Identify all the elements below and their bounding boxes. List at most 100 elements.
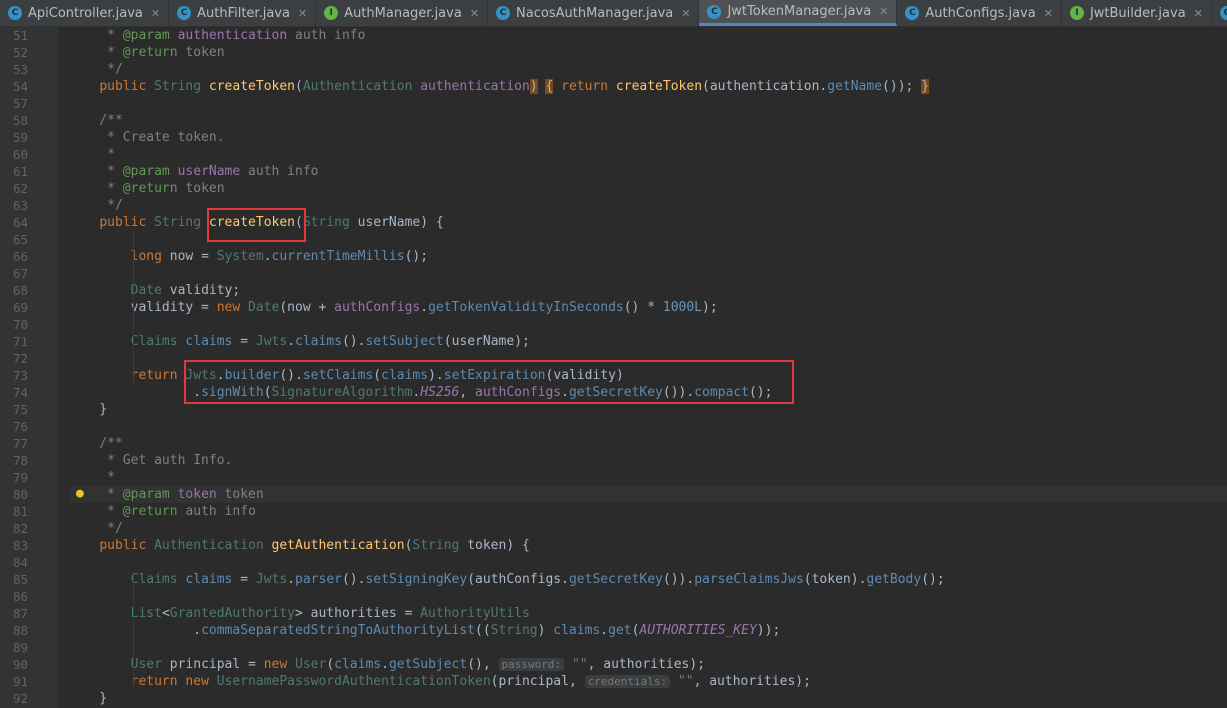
code-line[interactable]: * [70,469,1227,486]
close-icon[interactable]: ✕ [1194,7,1203,20]
line-number[interactable]: 61 [0,163,28,180]
code-line[interactable]: /** [70,112,1227,129]
code-line[interactable]: /** [70,435,1227,452]
tab-jwtbuilder-java[interactable]: I JwtBuilder.java ✕ [1062,0,1212,26]
line-number[interactable]: 54 [0,78,28,95]
line-number[interactable]: 65 [0,231,28,248]
code-line[interactable] [70,316,1227,333]
code-line[interactable] [70,639,1227,656]
line-number[interactable]: 53 [0,61,28,78]
line-number[interactable]: 68 [0,282,28,299]
code-line[interactable]: * @return token [70,180,1227,197]
code-text: * [68,470,115,485]
line-number[interactable]: 59 [0,129,28,146]
close-icon[interactable]: ✕ [1044,7,1053,20]
code-line[interactable] [70,588,1227,605]
tab-authmanager-java[interactable]: I AuthManager.java ✕ [316,0,489,26]
code-line[interactable]: * Get auth Info. [70,452,1227,469]
code-text: /** [68,113,123,128]
line-number[interactable]: 90 [0,656,28,673]
line-number[interactable]: 85 [0,571,28,588]
code-line[interactable] [70,95,1227,112]
line-number[interactable]: 80 [0,486,28,503]
line-number[interactable]: 77 [0,435,28,452]
line-number[interactable]: 79 [0,469,28,486]
tab-apicontroller-java[interactable]: C ApiController.java ✕ [0,0,170,26]
line-number[interactable]: 91 [0,673,28,690]
code-line[interactable]: User principal = new User(claims.getSubj… [70,656,1227,673]
line-number[interactable]: 89 [0,639,28,656]
line-number[interactable]: 70 [0,316,28,333]
code-text: return new UsernamePasswordAuthenticatio… [130,674,811,689]
code-editor[interactable]: 51 52 53 54 57 58 59 60 61 62 63 64 65 66 67 68 69 70 71 72… [0,27,1227,708]
line-number[interactable]: 84 [0,554,28,571]
line-number[interactable]: 64 [0,214,28,231]
line-number[interactable]: 51 [0,27,28,44]
code-line[interactable]: * @return token [70,44,1227,61]
code-text: */ [68,521,123,536]
code-line[interactable]: } [70,690,1227,707]
tab-nacosauthmanager-java[interactable]: C NacosAuthManager.java ✕ [488,0,700,26]
line-number[interactable]: 76 [0,418,28,435]
tab-addressserverauth[interactable]: CAddressServerAuth [1212,0,1227,26]
tab-jwttokenmanager-java[interactable]: C JwtTokenManager.java ✕ [699,0,898,26]
line-number[interactable]: 63 [0,197,28,214]
line-number[interactable]: 83 [0,537,28,554]
code-line[interactable]: Date validity; [70,282,1227,299]
code-text: validity = new Date(now + authConfigs.ge… [68,300,718,315]
close-icon[interactable]: ✕ [879,5,888,18]
line-number[interactable]: 92 [0,690,28,707]
param-hint-credentials: credentials: [584,675,671,688]
line-number[interactable]: 75 [0,401,28,418]
code-line[interactable]: * Create token. [70,129,1227,146]
line-number[interactable]: 66 [0,248,28,265]
line-number[interactable]: 62 [0,180,28,197]
code-line[interactable]: validity = new Date(now + authConfigs.ge… [70,299,1227,316]
close-icon[interactable]: ✕ [298,7,307,20]
code-line[interactable]: */ [70,61,1227,78]
line-number[interactable]: 71 [0,333,28,350]
code-line[interactable] [70,554,1227,571]
code-line[interactable]: long now = System.currentTimeMillis(); [70,248,1227,265]
line-number-gutter[interactable]: 51 52 53 54 57 58 59 60 61 62 63 64 65 66 67 68 69 70 71 72… [0,27,58,708]
code-line[interactable]: return new UsernamePasswordAuthenticatio… [70,673,1227,690]
line-number[interactable]: 87 [0,605,28,622]
line-number[interactable]: 72 [0,350,28,367]
line-number[interactable]: 58 [0,112,28,129]
code-text: } [68,691,108,706]
line-number[interactable]: 67 [0,265,28,282]
line-number[interactable]: 69 [0,299,28,316]
code-line[interactable]: Claims claims = Jwts.claims().setSubject… [70,333,1227,350]
code-line[interactable] [70,265,1227,282]
code-text: List<GrantedAuthority> authorities = Aut… [130,606,530,621]
line-number[interactable]: 86 [0,588,28,605]
line-number[interactable]: 57 [0,95,28,112]
code-line[interactable]: * [70,146,1227,163]
code-line[interactable]: Claims claims = Jwts.parser().setSigning… [70,571,1227,588]
code-line[interactable]: * @param token token [70,486,1227,503]
tab-authconfigs-java[interactable]: C AuthConfigs.java ✕ [897,0,1062,26]
line-number[interactable]: 52 [0,44,28,61]
close-icon[interactable]: ✕ [151,7,160,20]
line-number[interactable]: 78 [0,452,28,469]
line-number[interactable]: 81 [0,503,28,520]
line-number[interactable]: 60 [0,146,28,163]
code-line[interactable]: * @param userName auth info [70,163,1227,180]
line-number[interactable]: 82 [0,520,28,537]
code-line[interactable]: */ [70,520,1227,537]
close-icon[interactable]: ✕ [470,7,479,20]
lightbulb-icon[interactable]: ● [76,486,84,501]
close-icon[interactable]: ✕ [681,7,690,20]
code-line[interactable]: .commaSeparatedStringToAuthorityList((St… [70,622,1227,639]
code-line[interactable]: public Authentication getAuthentication(… [70,537,1227,554]
tab-authfilter-java[interactable]: C AuthFilter.java ✕ [169,0,317,26]
code-text: Date validity; [130,283,241,298]
code-line[interactable]: * @return auth info [70,503,1227,520]
line-number[interactable]: 73 [0,367,28,384]
code-line[interactable]: public String createToken(Authentication… [70,78,1227,95]
code-line[interactable]: * @param authentication auth info [70,27,1227,44]
code-line[interactable] [70,418,1227,435]
line-number[interactable]: 74 [0,384,28,401]
line-number[interactable]: 88 [0,622,28,639]
code-line[interactable]: List<GrantedAuthority> authorities = Aut… [70,605,1227,622]
